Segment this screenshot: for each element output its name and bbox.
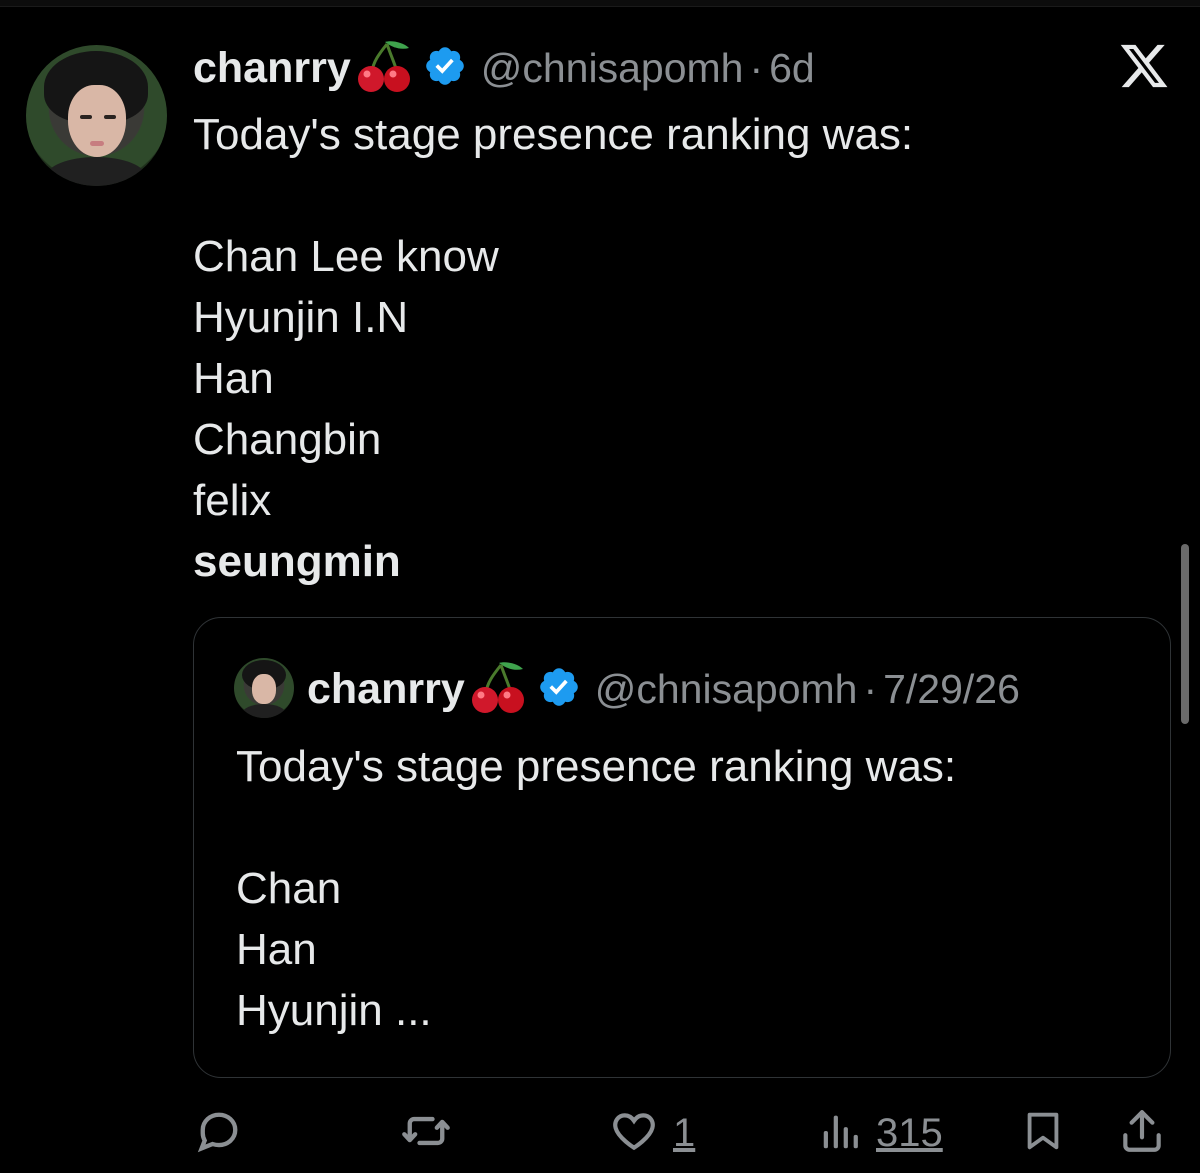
like-button[interactable]: 1 [607,1100,695,1166]
scrollbar[interactable] [1181,544,1189,724]
tweet-header: chanrry @chnisapomh · 6d [193,40,815,96]
views-button[interactable]: 315 [818,1100,943,1166]
quoted-text-line: Chan [236,864,342,913]
tweet-text-line: Today's stage presence ranking was: [193,110,914,159]
quoted-text-line: Hyunjin ... [236,986,432,1035]
views-count[interactable]: 315 [876,1111,943,1156]
quoted-text-line: Han [236,925,317,974]
quoted-author-name[interactable]: chanrry [307,665,465,714]
reply-icon [193,1105,245,1162]
x-logo-icon [1118,40,1170,92]
quoted-author-handle[interactable]: @chnisapomh [595,666,858,713]
like-count[interactable]: 1 [673,1111,695,1156]
separator-dot: · [863,665,878,712]
tweet-text: Today's stage presence ranking was: Chan… [193,104,913,592]
retweet-button[interactable] [398,1100,454,1166]
views-icon [818,1106,864,1161]
share-icon [1117,1105,1167,1162]
quoted-text-line: Today's stage presence ranking was: [236,742,957,791]
quoted-tweet-timestamp[interactable]: 7/29/26 [883,666,1020,713]
verified-badge-icon [423,44,467,93]
author-name[interactable]: chanrry [193,44,351,93]
tweet-text-line: Hyunjin I.N [193,293,409,342]
share-button[interactable] [1117,1100,1167,1166]
action-bar: 1 315 [0,1100,1200,1170]
tweet-text-line: seungmin [193,537,401,586]
cherry-emoji-icon [471,659,529,720]
quoted-tweet-header: chanrry @chnisapomh · 7/29/26 [307,660,1020,718]
heart-icon [607,1106,661,1161]
tweet-text-line: felix [193,476,272,525]
reply-button[interactable] [193,1100,245,1166]
verified-badge-icon [537,665,581,714]
tweet-text-line: Changbin [193,415,382,464]
quoted-author-avatar[interactable] [234,658,294,718]
author-handle[interactable]: @chnisapomh [481,45,744,92]
quoted-tweet-text: Today's stage presence ranking was: Chan… [236,736,956,1041]
retweet-icon [398,1105,454,1162]
tweet-text-line: Chan Lee know [193,232,499,281]
separator-dot: · [749,44,764,91]
bookmark-button[interactable] [1020,1100,1066,1166]
quoted-tweet-card[interactable]: chanrry @chnisapomh · 7/29/26 Today's st… [193,617,1171,1078]
bookmark-icon [1020,1105,1066,1162]
tweet-text-line [193,165,913,226]
cherry-emoji-icon [357,38,415,99]
quoted-text-line [236,797,956,858]
top-divider [0,0,1200,7]
tweet-timestamp[interactable]: 6d [769,45,815,92]
author-avatar[interactable] [26,45,167,186]
tweet-text-line: Han [193,354,274,403]
